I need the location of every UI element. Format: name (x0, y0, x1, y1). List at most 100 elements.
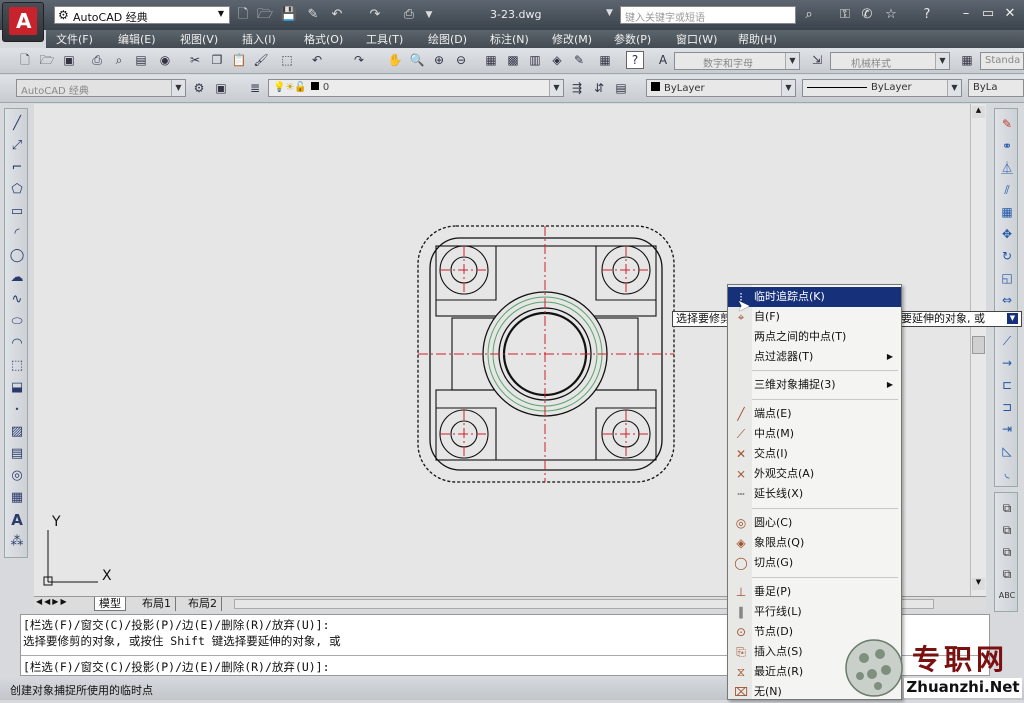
bring-to-front-icon[interactable]: ⧉ (998, 499, 1016, 517)
menu-tools[interactable]: 工具(T) (366, 31, 403, 47)
rotate-icon[interactable]: ↻ (998, 247, 1016, 265)
menu-draw[interactable]: 绘图(D) (428, 31, 467, 47)
menu-window[interactable]: 窗口(W) (676, 31, 717, 47)
undo-icon[interactable]: ↶ (328, 6, 346, 24)
tab-layout1[interactable]: 布局1 (138, 597, 176, 611)
star-icon[interactable]: ☆ (882, 6, 900, 24)
help-icon[interactable]: ? (918, 6, 936, 24)
tab-nav-icon[interactable]: ◀◀▶▶ (36, 597, 88, 611)
scale-icon[interactable]: ◱ (998, 269, 1016, 287)
satellite-icon[interactable]: ✆ (858, 6, 876, 24)
menu-item-point-filters[interactable]: 点过滤器(T) ▶ (728, 347, 901, 367)
color-select[interactable]: ByLayer ▼ (646, 79, 796, 97)
menu-item-from[interactable]: ⌖ 自(F) (728, 307, 901, 327)
array-icon[interactable]: ▦ (998, 203, 1016, 221)
multiline-text-icon[interactable]: A (8, 511, 26, 529)
save-icon[interactable]: 💾 (280, 6, 298, 24)
table-icon[interactable]: ▦ (8, 489, 26, 507)
construction-line-icon[interactable]: ⤢ (8, 137, 26, 155)
break-at-point-icon[interactable]: ⊏ (998, 376, 1016, 394)
match-properties-icon[interactable]: 🖌 (252, 51, 270, 69)
menu-item-endpoint[interactable]: ╱ 端点(E) (728, 404, 901, 424)
line-icon[interactable]: ╱ (8, 115, 26, 133)
3d-dwf-icon[interactable]: ◉ (156, 51, 174, 69)
copy-object-icon[interactable]: ⚭ (998, 137, 1016, 155)
menu-view[interactable]: 视图(V) (180, 31, 218, 47)
application-menu-button[interactable] (2, 2, 44, 42)
plot-icon[interactable]: ⎙ (88, 51, 106, 69)
menu-item-midpoint[interactable]: ⟋ 中点(M) (728, 424, 901, 444)
menu-item-tangent[interactable]: ◯ 切点(G) (728, 553, 901, 573)
spline-icon[interactable]: ∿ (8, 291, 26, 309)
scroll-down-icon[interactable]: ▼ (972, 578, 985, 590)
linetype-select[interactable]: ByLayer ▼ (802, 79, 962, 97)
trim-icon[interactable]: ⟋ (998, 332, 1016, 350)
minimize-button[interactable]: – (954, 4, 978, 24)
save-as-icon[interactable]: ✎ (304, 6, 322, 24)
menu-item-apparent-intersection[interactable]: ⨯ 外观交点(A) (728, 464, 901, 484)
region-icon[interactable]: ◎ (8, 467, 26, 485)
zoom-window-icon[interactable]: ⊕ (430, 51, 448, 69)
erase-icon[interactable]: ✎ (998, 115, 1016, 133)
menu-parametric[interactable]: 参数(P) (614, 31, 651, 47)
layer-previous-icon[interactable]: ⇵ (590, 79, 608, 97)
join-icon[interactable]: ⇥ (998, 420, 1016, 438)
tab-layout2[interactable]: 布局2 (184, 597, 222, 611)
menu-help[interactable]: 帮助(H) (738, 31, 777, 47)
pan-icon[interactable]: ✋ (386, 51, 404, 69)
menu-insert[interactable]: 插入(I) (242, 31, 276, 47)
ellipse-arc-icon[interactable]: ◠ (8, 335, 26, 353)
binoculars-icon[interactable]: ⌕ (800, 6, 818, 24)
menu-item-intersection[interactable]: ✕ 交点(I) (728, 444, 901, 464)
open-icon[interactable]: 🗁 (38, 51, 56, 69)
tool-palettes-icon[interactable]: ▥ (526, 51, 544, 69)
send-under-icon[interactable]: ⧉ (998, 565, 1016, 583)
menu-format[interactable]: 格式(O) (304, 31, 343, 47)
chamfer-icon[interactable]: ◺ (998, 442, 1016, 460)
make-current-icon[interactable]: ⇶ (568, 79, 586, 97)
move-icon[interactable]: ✥ (998, 225, 1016, 243)
menu-dimension[interactable]: 标注(N) (490, 31, 529, 47)
ellipse-icon[interactable]: ⬭ (8, 313, 26, 331)
mirror-icon[interactable]: ⏅ (998, 159, 1016, 177)
help-icon[interactable]: ? (626, 51, 644, 69)
make-block-icon[interactable]: ⬓ (8, 379, 26, 397)
sheet-set-icon[interactable]: ◈ (548, 51, 566, 69)
print-icon[interactable]: ⎙ (400, 6, 418, 24)
workspace-settings-icon[interactable]: ⚙ (190, 79, 208, 97)
layer-select[interactable]: 💡☀🔓 0 ▼ (268, 79, 564, 97)
add-selected-icon[interactable]: ⁂ (8, 533, 26, 551)
publish-icon[interactable]: ▤ (132, 51, 150, 69)
copy-icon[interactable]: ❐ (208, 51, 226, 69)
search-input[interactable]: 键入关键字或短语 (620, 6, 796, 24)
polygon-icon[interactable]: ⬠ (8, 181, 26, 199)
block-editor-icon[interactable]: ⬚ (278, 51, 296, 69)
calculator-icon[interactable]: ▦ (596, 51, 614, 69)
open-file-icon[interactable]: 🗁 (256, 6, 274, 24)
paste-icon[interactable]: 📋 (230, 51, 248, 69)
fillet-icon[interactable]: ◟ (998, 464, 1016, 482)
tooltip-arrow-icon[interactable]: ▼ (1007, 313, 1018, 324)
arc-icon[interactable]: ◜ (8, 225, 26, 243)
redo-icon[interactable]: ↷ (366, 6, 384, 24)
redo-icon[interactable]: ↷ (350, 51, 368, 69)
point-icon[interactable]: • (8, 401, 26, 419)
save-icon[interactable]: ▣ (60, 51, 78, 69)
tab-model[interactable]: 模型 (94, 597, 126, 611)
break-icon[interactable]: ⊐ (998, 398, 1016, 416)
undo-icon[interactable]: ↶ (308, 51, 326, 69)
menu-file[interactable]: 文件(F) (56, 31, 93, 47)
hatch-icon[interactable]: ▨ (8, 423, 26, 441)
restore-button[interactable]: ▭ (976, 4, 1000, 24)
workspace-combo[interactable]: AutoCAD 经典 ▼ (16, 79, 186, 97)
text-to-front-icon[interactable]: ABC (998, 587, 1016, 605)
menu-item-temp-track[interactable]: ⁝ 临时追踪点(K) (728, 287, 901, 307)
menu-edit[interactable]: 编辑(E) (118, 31, 156, 47)
bring-above-icon[interactable]: ⧉ (998, 543, 1016, 561)
send-to-back-icon[interactable]: ⧉ (998, 521, 1016, 539)
text-style-select[interactable]: 数字和字母 ▼ (674, 52, 800, 70)
dim-style-select[interactable]: 机械样式 ▼ (830, 52, 950, 70)
design-center-icon[interactable]: ▩ (504, 51, 522, 69)
markup-icon[interactable]: ✎ (570, 51, 588, 69)
properties-icon[interactable]: ▦ (482, 51, 500, 69)
